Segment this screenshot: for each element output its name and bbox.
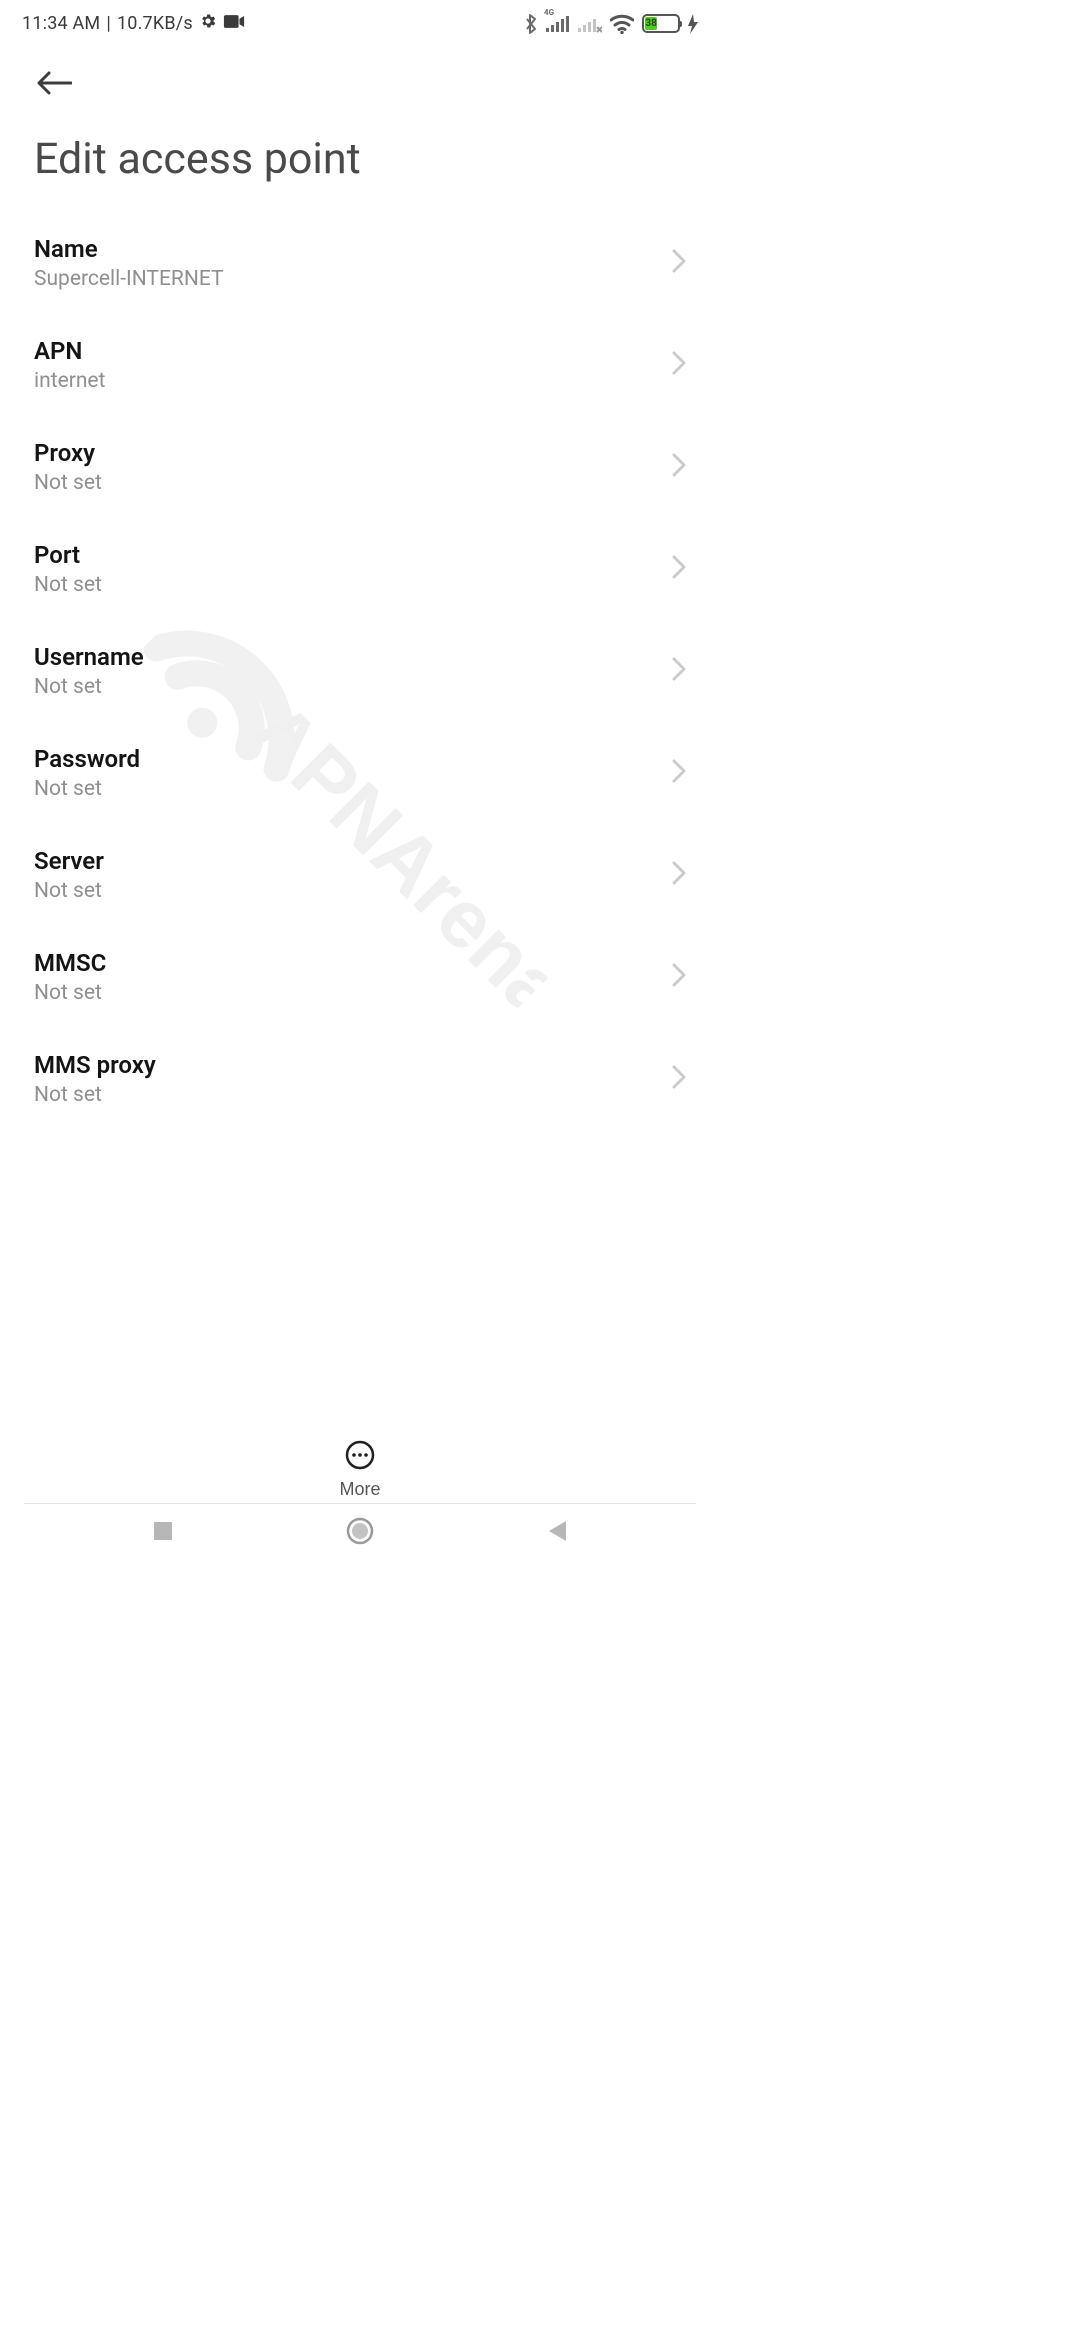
row-texts: MMS proxy Not set [34, 1051, 156, 1107]
chevron-right-icon [672, 453, 686, 481]
battery-fill: 38 [645, 17, 657, 30]
nav-home-button[interactable] [336, 1508, 384, 1556]
battery-icon: 38 [642, 14, 680, 33]
more-label: More [339, 1479, 380, 1500]
row-label: MMS proxy [34, 1051, 156, 1079]
row-texts: Username Not set [34, 643, 144, 699]
signal-1-icon: 4G [546, 14, 570, 34]
settings-row-port[interactable]: Port Not set [34, 518, 686, 620]
back-arrow-icon [36, 71, 72, 98]
page-title: Edit access point [34, 134, 686, 184]
row-texts: Port Not set [34, 541, 102, 597]
charging-icon [688, 14, 698, 34]
signal-2-icon [578, 14, 602, 34]
row-value: internet [34, 369, 105, 393]
row-label: Password [34, 745, 140, 773]
row-label: Username [34, 643, 144, 671]
row-value: Not set [34, 675, 144, 699]
row-texts: Proxy Not set [34, 439, 102, 495]
back-button[interactable] [34, 64, 74, 104]
row-texts: Name Supercell-INTERNET [34, 235, 224, 291]
status-left: 11:34 AM | 10.7KB/s [22, 12, 245, 35]
settings-row-name[interactable]: Name Supercell-INTERNET [34, 212, 686, 314]
chevron-right-icon [672, 1065, 686, 1093]
status-time: 11:34 AM [22, 13, 100, 34]
chevron-right-icon [672, 657, 686, 685]
chevron-right-icon [672, 249, 686, 277]
chevron-right-icon [672, 555, 686, 583]
gear-icon [199, 12, 217, 35]
status-bar: 11:34 AM | 10.7KB/s 4G [0, 0, 720, 40]
row-value: Supercell-INTERNET [34, 267, 224, 291]
wifi-icon [610, 14, 634, 34]
chevron-right-icon [672, 861, 686, 889]
row-label: Proxy [34, 439, 102, 467]
row-texts: Server Not set [34, 847, 104, 903]
row-label: Name [34, 235, 224, 263]
row-value: Not set [34, 879, 104, 903]
status-speed: 10.7KB/s [117, 13, 193, 34]
app-header: Edit access point [0, 40, 720, 184]
row-value: Not set [34, 1083, 156, 1107]
nav-bar [0, 1504, 720, 1560]
nav-recents-button[interactable] [139, 1508, 187, 1556]
settings-list: Name Supercell-INTERNET APN internet Proxy No… [0, 212, 720, 1130]
row-texts: APN internet [34, 337, 105, 393]
bluetooth-icon [524, 13, 538, 35]
bottom-actions: More [0, 1430, 720, 1500]
camera-icon [223, 13, 245, 34]
row-texts: Password Not set [34, 745, 140, 801]
row-texts: MMSC Not set [34, 949, 106, 1005]
row-label: Port [34, 541, 102, 569]
settings-list-wrapper: Name Supercell-INTERNET APN internet Proxy No… [0, 212, 720, 1432]
row-label: APN [34, 337, 105, 365]
settings-row-mms-proxy[interactable]: MMS proxy Not set [34, 1028, 686, 1130]
row-value: Not set [34, 573, 102, 597]
row-value: Not set [34, 471, 102, 495]
more-icon [345, 1440, 375, 1473]
settings-row-server[interactable]: Server Not set [34, 824, 686, 926]
settings-row-username[interactable]: Username Not set [34, 620, 686, 722]
circle-icon [346, 1517, 374, 1548]
row-value: Not set [34, 981, 106, 1005]
square-icon [152, 1520, 174, 1545]
row-label: MMSC [34, 949, 106, 977]
battery-pct-text: 38 [645, 18, 656, 29]
triangle-left-icon [546, 1519, 568, 1546]
row-label: Server [34, 847, 104, 875]
row-value: Not set [34, 777, 140, 801]
settings-row-apn[interactable]: APN internet [34, 314, 686, 416]
nav-back-button[interactable] [533, 1508, 581, 1556]
settings-row-password[interactable]: Password Not set [34, 722, 686, 824]
chevron-right-icon [672, 759, 686, 787]
status-right: 4G [524, 13, 698, 35]
more-button[interactable]: More [339, 1440, 380, 1500]
chevron-right-icon [672, 963, 686, 991]
chevron-right-icon [672, 351, 686, 379]
settings-row-mmsc[interactable]: MMSC Not set [34, 926, 686, 1028]
status-separator: | [106, 13, 111, 34]
settings-row-proxy[interactable]: Proxy Not set [34, 416, 686, 518]
